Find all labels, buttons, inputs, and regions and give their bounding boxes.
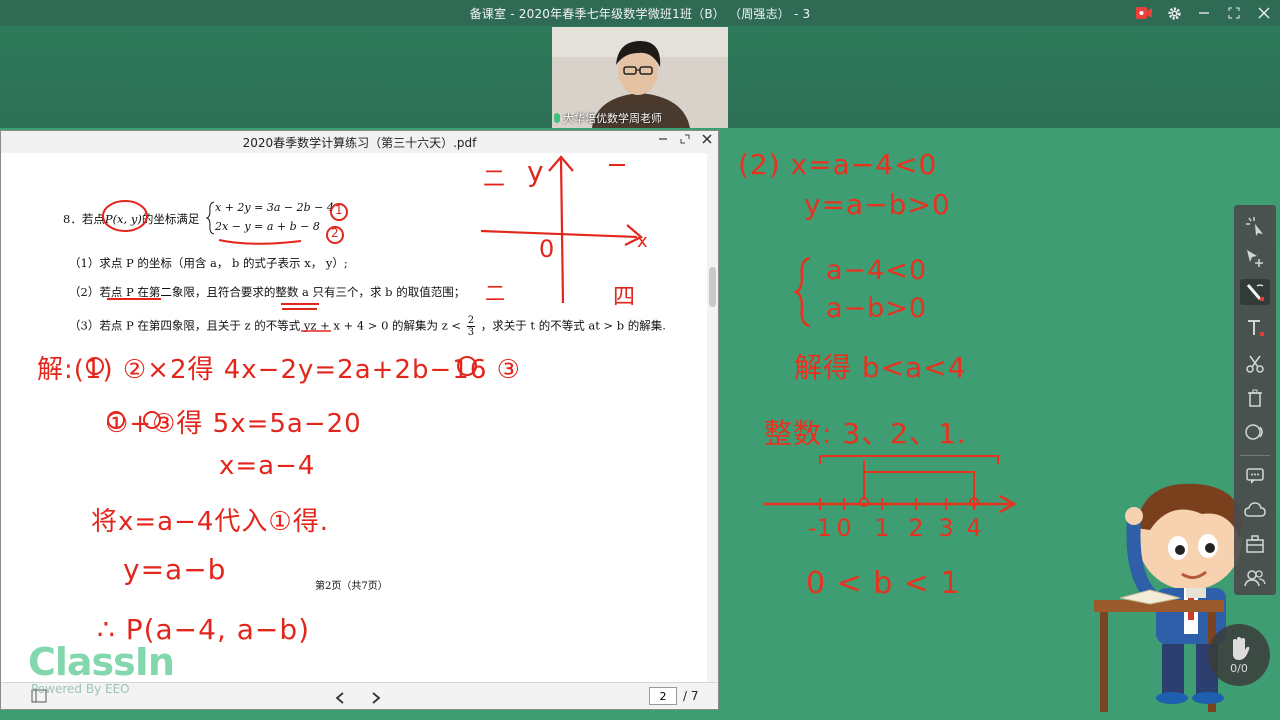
raise-hand-count: 0/0 xyxy=(1230,661,1248,675)
trash-icon[interactable] xyxy=(1240,385,1270,411)
board-line-7: 0 < b < 1 xyxy=(806,566,961,601)
board-number-line: -1 0 1 2 3 4 xyxy=(764,455,1017,542)
ink-step-2: ①+③得 5x=5a−20 xyxy=(105,409,362,439)
chat-icon[interactable] xyxy=(1240,463,1270,489)
cloud-disk-icon[interactable] xyxy=(1240,497,1270,523)
ink-origin: 0 xyxy=(539,235,556,263)
laser-pointer-tool[interactable] xyxy=(1240,213,1270,239)
raise-hand-button[interactable]: 0/0 xyxy=(1208,624,1270,686)
ink-step-1: 解:(1) ②×2得 4x−2y=2a+2b−16 ③ xyxy=(37,355,521,385)
pdf-expand-icon[interactable] xyxy=(680,133,690,147)
board-line-2: y=a−b>0 xyxy=(804,188,951,221)
ink-step-4: 将x=a−4代入①得. xyxy=(91,507,330,537)
pdf-page[interactable]: 8．若点P(x, y)的坐标满足 x + 2y = 3a − 2b − 4 2x… xyxy=(1,153,707,683)
board-line-4: a−b>0 xyxy=(826,293,928,324)
pdf-scroll-thumb[interactable] xyxy=(709,267,716,307)
ink-axis-x: x xyxy=(637,231,649,252)
teacher-name-label: 大华培优数学周老师 xyxy=(554,110,662,126)
toolbox-icon[interactable] xyxy=(1240,531,1270,557)
pdf-viewer-window[interactable]: 2020春季数学计算练习（第三十六天）.pdf 8．若点P(x, y)的坐标满足… xyxy=(0,130,719,710)
settings-gear-icon[interactable] xyxy=(1166,5,1182,21)
board-line-6: 整数: 3、2、1. xyxy=(764,417,967,450)
number-line-label: -1 xyxy=(808,514,832,542)
window-title: 备课室 - 2020年春季七年级数学微班1班（B） （周强志） - 3 xyxy=(469,6,811,21)
maximize-icon[interactable] xyxy=(1226,5,1242,21)
eraser-shape-icon[interactable] xyxy=(1240,419,1270,445)
title-bar: 备课室 - 2020年春季七年级数学微班1班（B） （周强志） - 3 xyxy=(0,0,1280,26)
teacher-video[interactable]: 大华培优数学周老师 xyxy=(552,27,728,128)
ink-step-3: x=a−4 xyxy=(219,451,316,481)
number-line-label: 3 xyxy=(938,514,953,542)
board-brace xyxy=(794,256,811,328)
powered-by-text: Powered By EEO xyxy=(31,682,130,696)
ink-c1: 1 xyxy=(335,203,344,217)
number-line-label: 0 xyxy=(836,514,851,542)
ink-two-small: 二 xyxy=(485,281,506,305)
pdf-close-icon[interactable] xyxy=(702,133,712,147)
select-move-tool[interactable] xyxy=(1240,245,1270,271)
number-line-label: 1 xyxy=(874,514,889,542)
pdf-scrollbar[interactable] xyxy=(707,153,718,683)
page-total: / 7 xyxy=(683,689,699,703)
number-line-label: 2 xyxy=(908,514,923,542)
record-icon[interactable] xyxy=(1136,5,1152,21)
toolbar-divider xyxy=(1240,455,1270,456)
prev-page-icon[interactable] xyxy=(335,689,345,708)
pdf-filename: 2020春季数学计算练习（第三十六天）.pdf xyxy=(242,135,477,150)
pen-tool[interactable] xyxy=(1240,279,1270,305)
close-icon[interactable] xyxy=(1256,5,1272,21)
number-line-label: 4 xyxy=(966,514,981,542)
members-icon[interactable] xyxy=(1240,565,1270,591)
classin-logo: ClassIn xyxy=(28,640,175,684)
window-controls xyxy=(1136,0,1272,26)
ink-step-5: y=a−b xyxy=(123,553,227,586)
board-line-3: a−4<0 xyxy=(826,255,928,286)
page-number-input[interactable]: 2 xyxy=(649,687,677,705)
mic-icon xyxy=(554,113,560,123)
minimize-icon[interactable] xyxy=(1196,5,1212,21)
text-tool[interactable] xyxy=(1240,315,1270,341)
scissors-icon[interactable] xyxy=(1240,351,1270,377)
ink-axis-y: y xyxy=(527,155,545,188)
pdf-minimize-icon[interactable] xyxy=(658,133,668,147)
hand-icon xyxy=(1233,636,1250,660)
pdf-title-bar[interactable]: 2020春季数学计算练习（第三十六天）.pdf xyxy=(1,131,718,154)
board-line-1: (2) x=a−4<0 xyxy=(738,148,938,181)
ink-two: 二 xyxy=(483,167,507,192)
next-page-icon[interactable] xyxy=(371,689,381,708)
ink-quadrant-4: 四 xyxy=(613,285,637,310)
board-line-5: 解得 b<a<4 xyxy=(794,351,967,384)
whiteboard-toolbar xyxy=(1234,205,1276,595)
ink-c2: 2 xyxy=(331,226,340,240)
